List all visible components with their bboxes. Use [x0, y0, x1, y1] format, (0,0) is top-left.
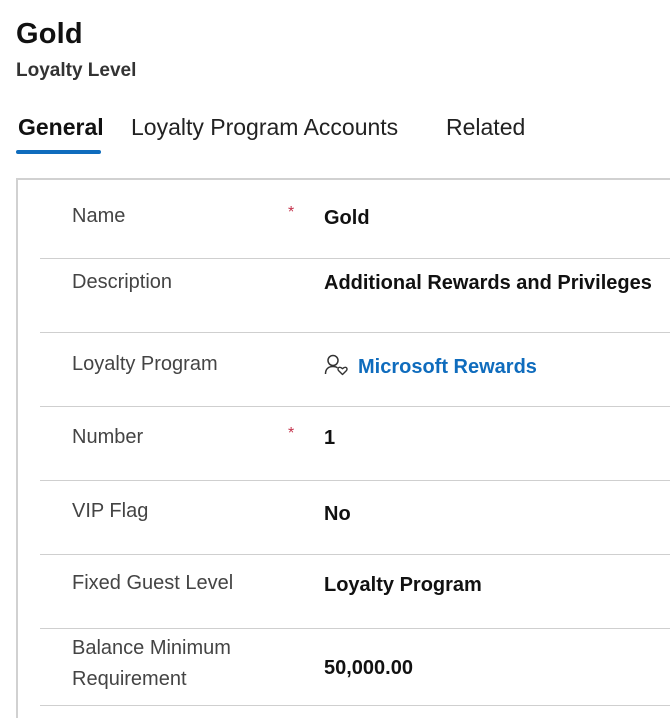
field-row-balance-minimum-requirement: Balance Minimum Requirement 50,000.00 [40, 629, 670, 706]
general-form-section: Name * Gold Description Additional Rewar… [16, 178, 670, 718]
field-label-balance-minimum-requirement: Balance Minimum Requirement [72, 633, 231, 695]
field-label-line-1: Balance Minimum [72, 637, 231, 659]
required-indicator: * [288, 425, 295, 442]
field-label-fixed-guest-level: Fixed Guest Level [72, 572, 234, 594]
field-label-vip-flag: VIP Flag [72, 500, 149, 522]
field-value-number[interactable]: 1 [324, 427, 335, 450]
field-label-loyalty-program: Loyalty Program [72, 353, 218, 375]
field-row-loyalty-program: Loyalty Program Microsoft Rewards [40, 333, 670, 407]
page-title: Gold [16, 18, 83, 50]
active-tab-indicator [16, 150, 101, 154]
field-value-loyalty-program: Microsoft Rewards [324, 354, 537, 382]
field-value-vip-flag[interactable]: No [324, 503, 351, 526]
field-row-vip-flag: VIP Flag No [40, 481, 670, 555]
field-label-name: Name [72, 205, 126, 227]
field-row-description: Description Additional Rewards and Privi… [40, 259, 670, 333]
field-label-line-2: Requirement [72, 668, 187, 690]
field-value-name[interactable]: Gold [324, 207, 370, 230]
tab-related[interactable]: Related [446, 114, 525, 141]
field-row-number: Number * 1 [40, 407, 670, 481]
entity-type-label: Loyalty Level [16, 60, 137, 81]
field-value-description[interactable]: Additional Rewards and Privileges [324, 272, 652, 295]
field-label-description: Description [72, 271, 173, 293]
field-value-fixed-guest-level[interactable]: Loyalty Program [324, 574, 482, 597]
field-value-balance-minimum-requirement[interactable]: 50,000.00 [324, 657, 413, 680]
loyalty-program-link[interactable]: Microsoft Rewards [358, 356, 537, 378]
field-row-fixed-guest-level: Fixed Guest Level Loyalty Program [40, 555, 670, 629]
required-indicator: * [288, 204, 295, 221]
tab-bar: General Loyalty Program Accounts Related [0, 110, 670, 160]
tab-loyalty-program-accounts[interactable]: Loyalty Program Accounts [131, 114, 398, 141]
tab-general[interactable]: General [18, 114, 104, 141]
field-row-name: Name * Gold [40, 180, 670, 259]
contact-heart-icon [324, 354, 350, 382]
field-label-number: Number [72, 426, 144, 448]
